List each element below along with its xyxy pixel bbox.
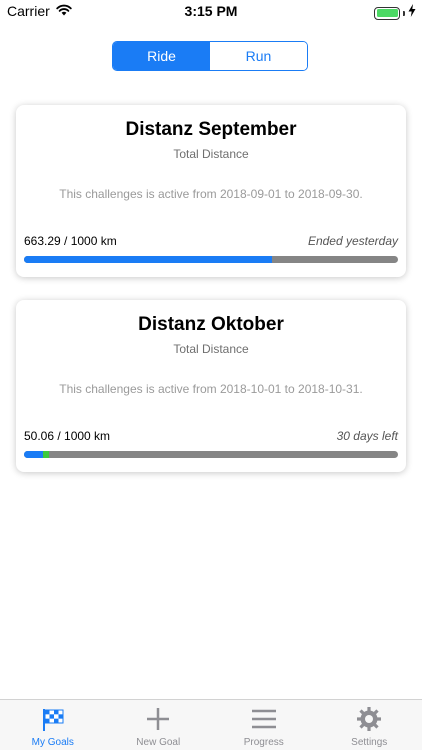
sport-segmented-control: Ride Run bbox=[112, 41, 308, 71]
goal-title: Distanz September bbox=[125, 119, 297, 140]
tab-label: My Goals bbox=[31, 737, 74, 748]
goal-progress-bar bbox=[24, 451, 398, 458]
tab-bar: My Goals New Goal Progress Settings bbox=[0, 699, 422, 750]
goal-progress-fill bbox=[24, 451, 43, 458]
goal-progress-today-fill bbox=[42, 451, 49, 458]
goal-status: Ended yesterday bbox=[307, 234, 398, 248]
charging-bolt-icon bbox=[408, 4, 416, 22]
goal-subtitle: Total Distance bbox=[173, 147, 249, 161]
tab-settings[interactable]: Settings bbox=[317, 700, 422, 750]
goal-description: This challenges is active from 2018-10-0… bbox=[59, 382, 363, 396]
tab-label: Settings bbox=[351, 737, 388, 748]
segment-run[interactable]: Run bbox=[210, 42, 307, 70]
segment-ride[interactable]: Ride bbox=[113, 42, 210, 70]
tab-label: New Goal bbox=[136, 737, 181, 748]
goal-progress-bar bbox=[24, 256, 398, 263]
gear-icon bbox=[356, 706, 382, 732]
plus-icon bbox=[145, 706, 171, 732]
goal-progress-fill bbox=[24, 256, 272, 263]
status-bar: Carrier 3:15 PM bbox=[0, 0, 422, 22]
goal-card[interactable]: Distanz Oktober Total Distance This chal… bbox=[16, 300, 406, 472]
battery-icon bbox=[374, 6, 400, 20]
goal-title: Distanz Oktober bbox=[138, 314, 284, 335]
goal-card[interactable]: Distanz September Total Distance This ch… bbox=[16, 105, 406, 277]
goal-progress-text: 50.06 / 1000 km bbox=[24, 429, 111, 443]
goal-subtitle: Total Distance bbox=[173, 342, 249, 356]
tab-my-goals[interactable]: My Goals bbox=[0, 700, 106, 750]
goal-status: 30 days left bbox=[336, 429, 398, 443]
tab-progress[interactable]: Progress bbox=[211, 700, 317, 750]
tab-new-goal[interactable]: New Goal bbox=[106, 700, 212, 750]
goal-progress-text: 663.29 / 1000 km bbox=[24, 234, 117, 248]
status-right bbox=[374, 4, 416, 22]
checkered-flag-icon bbox=[40, 706, 66, 732]
status-time: 3:15 PM bbox=[184, 3, 238, 19]
goal-description: This challenges is active from 2018-09-0… bbox=[59, 187, 363, 201]
list-icon bbox=[251, 706, 277, 732]
tab-label: Progress bbox=[243, 737, 284, 748]
